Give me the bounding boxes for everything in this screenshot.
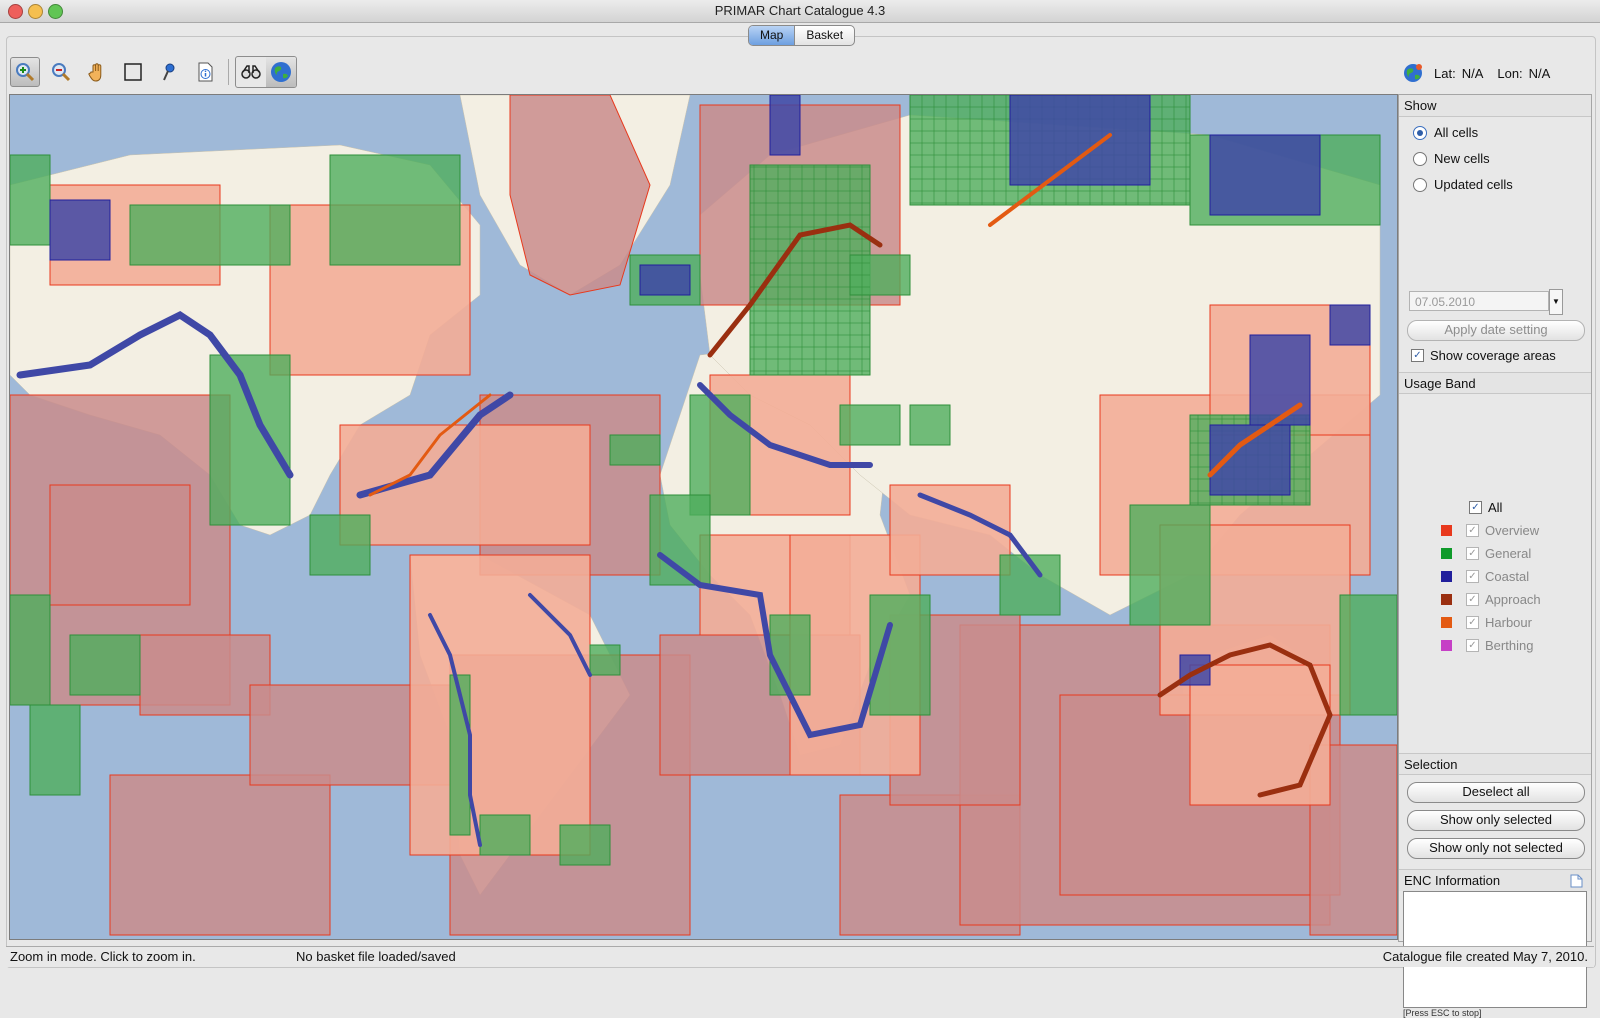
coastal-swatch: [1441, 571, 1452, 582]
radio-updated-cells[interactable]: Updated cells: [1413, 177, 1513, 192]
status-catalogue: Catalogue file created May 7, 2010.: [1382, 949, 1588, 964]
usage-all-checkbox[interactable]: ✓ All: [1469, 500, 1502, 515]
esc-hint: [Press ESC to stop]: [1403, 1008, 1482, 1018]
document-icon[interactable]: [1570, 874, 1583, 888]
date-field[interactable]: 07.05.2010: [1409, 291, 1549, 311]
globe-small-icon: [1404, 64, 1422, 82]
window-title: PRIMAR Chart Catalogue 4.3: [714, 3, 886, 18]
select-rectangle-button[interactable]: [118, 57, 148, 87]
radio-indicator[interactable]: [1413, 125, 1427, 140]
toolbar-separator: [228, 59, 229, 85]
status-basket: No basket file loaded/saved: [296, 949, 456, 964]
title-bar: PRIMAR Chart Catalogue 4.3: [0, 0, 1600, 23]
side-panel: Show All cells New cells Updated cells 0…: [1398, 94, 1592, 1018]
chevron-down-icon: ▼: [1552, 297, 1560, 306]
zoom-in-icon: [16, 63, 35, 82]
checkmark-icon[interactable]: ✓: [1469, 501, 1482, 514]
pin-icon: [163, 63, 175, 81]
checkmark-icon[interactable]: ✓: [1466, 639, 1479, 652]
band-label: Berthing: [1485, 638, 1534, 653]
apply-date-button[interactable]: Apply date setting: [1407, 320, 1585, 341]
band-coastal[interactable]: ✓ Coastal: [1441, 569, 1529, 584]
usage-all-label: All: [1488, 500, 1503, 515]
radio-label: All cells: [1434, 125, 1479, 140]
radio-all-cells[interactable]: All cells: [1413, 125, 1478, 140]
band-approach[interactable]: ✓ Approach: [1441, 592, 1541, 607]
status-mode: Zoom in mode. Click to zoom in.: [10, 949, 196, 964]
pan-hand-icon: [88, 63, 102, 82]
checkmark-icon[interactable]: ✓: [1466, 524, 1479, 537]
band-berthing[interactable]: ✓ Berthing: [1441, 638, 1533, 653]
berthing-swatch: [1441, 640, 1452, 651]
band-label: Harbour: [1485, 615, 1532, 630]
chart-coverage-map[interactable]: [9, 94, 1398, 940]
general-swatch: [1441, 548, 1452, 559]
coverage-label: Show coverage areas: [1430, 348, 1556, 363]
binoculars-icon: [241, 65, 261, 79]
overview-swatch: [1441, 525, 1452, 536]
view-tabs: Map Basket: [748, 25, 856, 46]
world-map[interactable]: [10, 95, 1397, 939]
tab-map[interactable]: Map: [749, 26, 796, 45]
band-harbour[interactable]: ✓ Harbour: [1441, 615, 1532, 630]
map-toolbar: [10, 56, 297, 88]
zoom-out-button[interactable]: [46, 57, 76, 87]
radio-label: Updated cells: [1434, 177, 1513, 192]
checkmark-icon[interactable]: ✓: [1466, 570, 1479, 583]
approach-swatch: [1441, 594, 1452, 605]
zoom-in-button[interactable]: [10, 57, 40, 87]
band-label: Coastal: [1485, 569, 1530, 584]
select-rectangle-icon: [124, 63, 142, 81]
checkmark-icon[interactable]: ✓: [1466, 547, 1479, 560]
info-button[interactable]: [190, 57, 220, 87]
harbour-swatch: [1441, 617, 1452, 628]
globe-icon: [271, 62, 291, 82]
band-label: Approach: [1485, 592, 1541, 607]
radio-indicator[interactable]: [1413, 177, 1427, 192]
selection-heading: Selection: [1399, 753, 1591, 775]
band-overview[interactable]: ✓ Overview: [1441, 523, 1539, 538]
band-general[interactable]: ✓ General: [1441, 546, 1531, 561]
coordinate-readout: Lat: N/A Lon: N/A: [1402, 62, 1556, 84]
pan-button[interactable]: [82, 57, 112, 87]
date-dropdown-button[interactable]: ▼: [1549, 289, 1563, 315]
show-section-heading: Show: [1399, 95, 1591, 117]
radio-label: New cells: [1434, 151, 1490, 166]
pin-button[interactable]: [154, 57, 184, 87]
radio-indicator[interactable]: [1413, 151, 1427, 166]
band-label: General: [1485, 546, 1532, 561]
binoculars-button[interactable]: [236, 57, 266, 87]
lat-value: N/A: [1461, 65, 1484, 81]
view-mode-group: [235, 56, 297, 88]
zoom-out-icon: [52, 63, 71, 82]
lon-label: Lon:: [1497, 65, 1523, 81]
checkmark-icon[interactable]: ✓: [1466, 616, 1479, 629]
status-bar: Zoom in mode. Click to zoom in. No baske…: [6, 946, 1594, 967]
deselect-all-button[interactable]: Deselect all: [1407, 782, 1585, 803]
tab-basket[interactable]: Basket: [795, 26, 854, 45]
checkmark-icon[interactable]: ✓: [1411, 349, 1424, 362]
show-only-selected-button[interactable]: Show only selected: [1407, 810, 1585, 831]
enc-information-heading: ENC Information: [1399, 869, 1591, 891]
radio-new-cells[interactable]: New cells: [1413, 151, 1490, 166]
checkmark-icon[interactable]: ✓: [1466, 593, 1479, 606]
lon-value: N/A: [1528, 65, 1551, 81]
info-icon: [198, 62, 213, 82]
show-coverage-checkbox[interactable]: ✓ Show coverage areas: [1411, 348, 1556, 363]
usage-band-heading: Usage Band: [1399, 372, 1591, 394]
lat-label: Lat:: [1434, 65, 1456, 81]
globe-button[interactable]: [266, 57, 296, 87]
show-only-not-selected-button[interactable]: Show only not selected: [1407, 838, 1585, 859]
band-label: Overview: [1485, 523, 1540, 538]
enc-heading-label: ENC Information: [1404, 873, 1501, 888]
